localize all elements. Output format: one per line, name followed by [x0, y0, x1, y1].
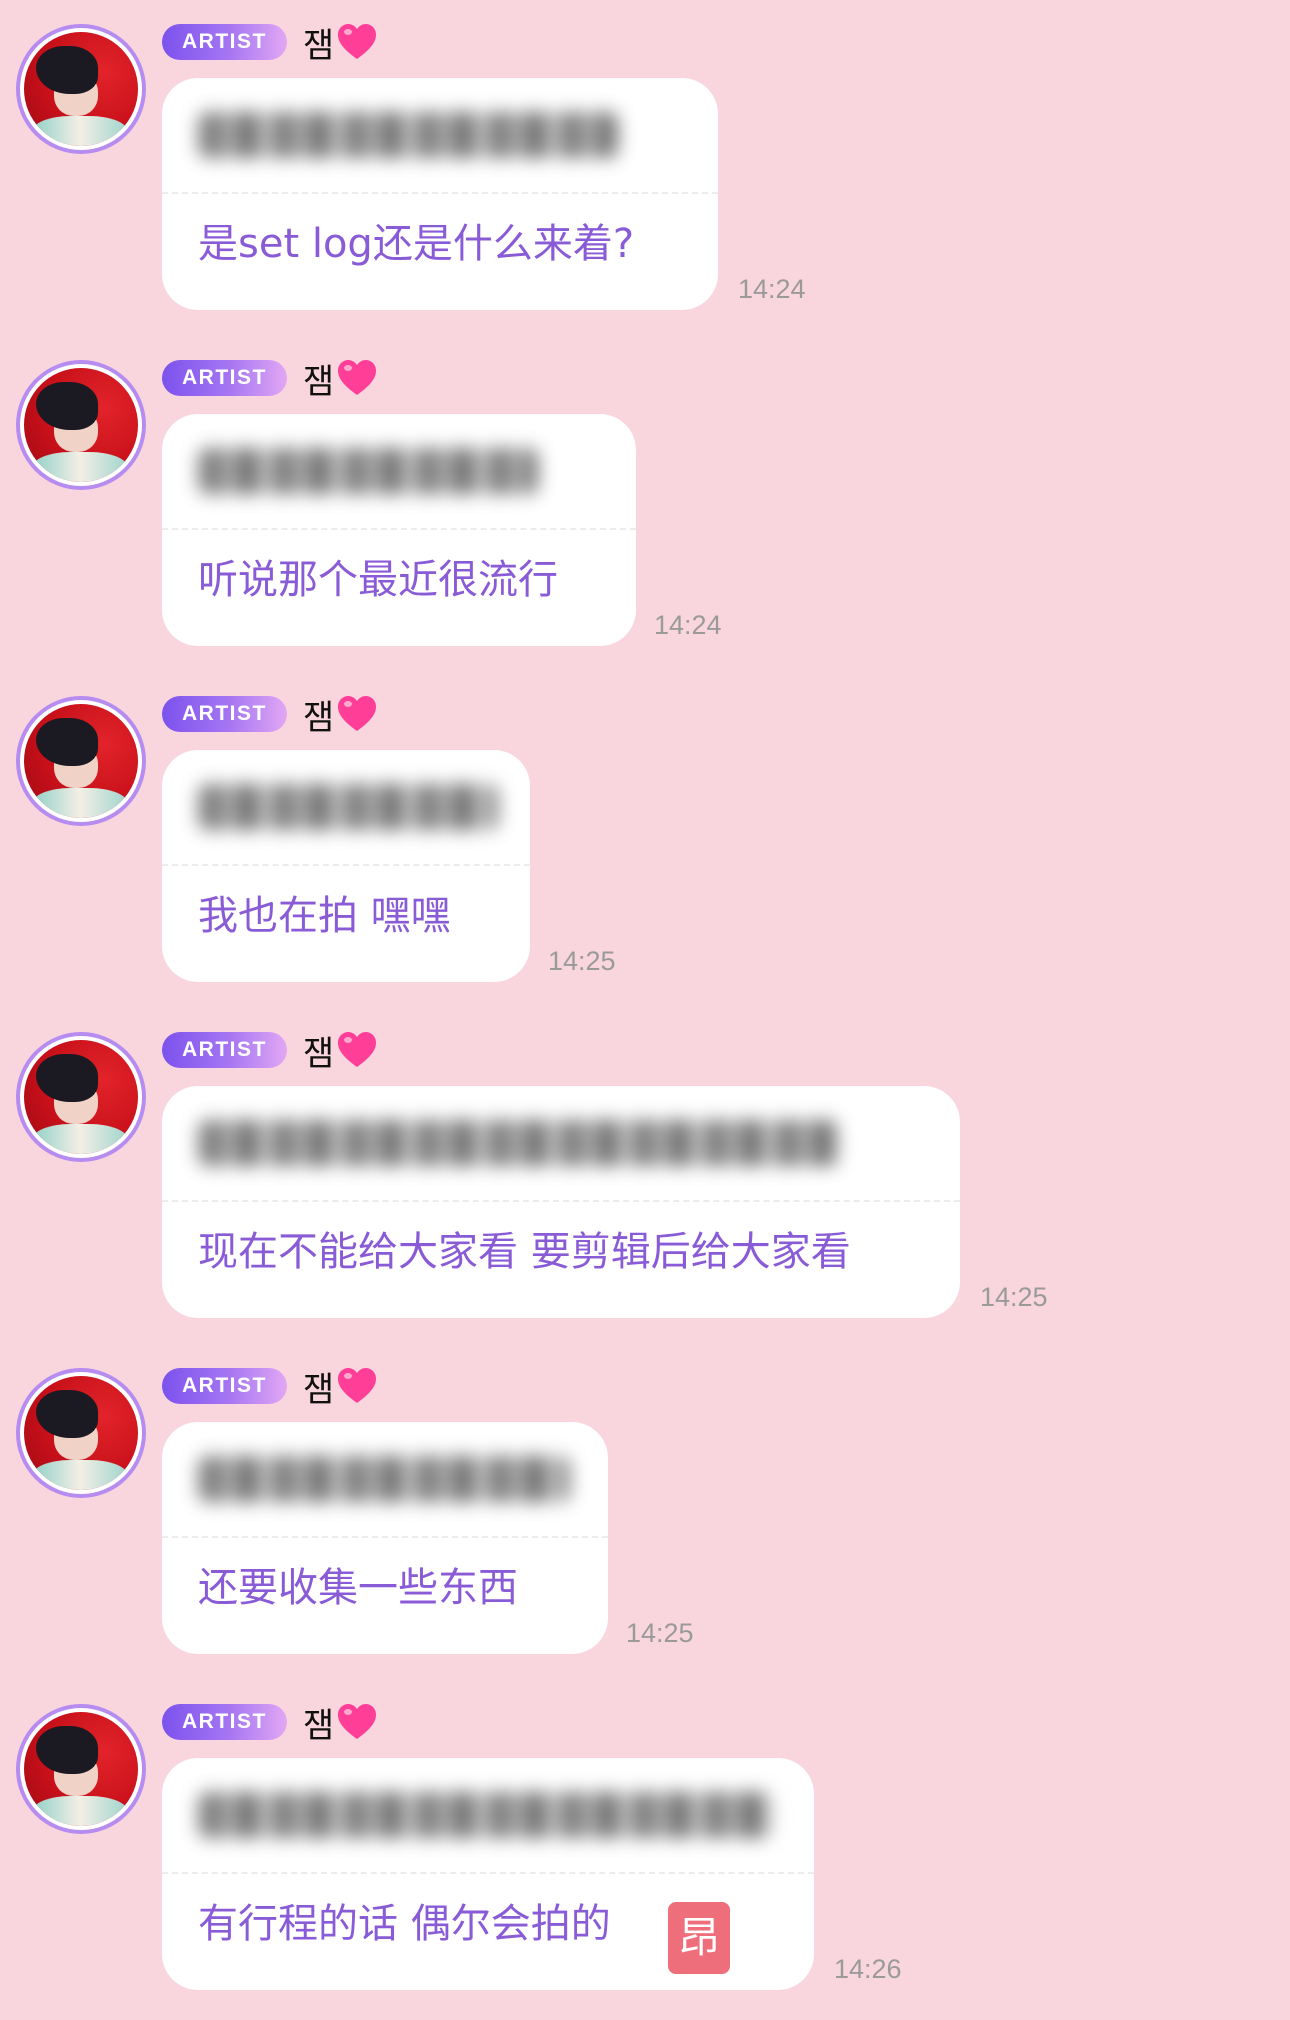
- artist-avatar[interactable]: [16, 696, 146, 826]
- message-item: ARTIST 잼 我也在拍 嘿嘿 14:25: [0, 672, 1290, 992]
- original-text-blurred: [198, 112, 618, 158]
- heart-icon: [338, 1368, 377, 1403]
- artist-avatar[interactable]: [16, 360, 146, 490]
- sender-name[interactable]: 잼: [303, 690, 334, 739]
- message-bubble[interactable]: 是set log还是什么来着?: [162, 78, 718, 310]
- avatar-image: [24, 1712, 138, 1826]
- message-header: ARTIST 잼: [162, 1362, 378, 1411]
- message-item: ARTIST 잼 听说那个最近很流行 14:24: [0, 336, 1290, 656]
- message-item: ARTIST 잼 还要收集一些东西 14:25: [0, 1344, 1290, 1664]
- message-bubble[interactable]: 我也在拍 嘿嘿: [162, 750, 530, 982]
- bubble-divider: [162, 1872, 814, 1874]
- artist-badge: ARTIST: [162, 696, 287, 732]
- message-bubble[interactable]: 听说那个最近很流行: [162, 414, 636, 646]
- heart-icon: [338, 1032, 377, 1067]
- original-text-blurred: [198, 1456, 570, 1502]
- artist-avatar[interactable]: [16, 24, 146, 154]
- translated-text: 有行程的话 偶尔会拍的: [198, 1901, 611, 1947]
- timestamp: 14:24: [738, 274, 806, 304]
- timestamp: 14:25: [626, 1618, 694, 1648]
- heart-icon: [338, 1704, 377, 1739]
- message-bubble[interactable]: 还要收集一些东西: [162, 1422, 608, 1654]
- original-text-blurred: [198, 448, 538, 494]
- sender-name[interactable]: 잼: [303, 1698, 334, 1747]
- avatar-image: [24, 1040, 138, 1154]
- avatar-image: [24, 32, 138, 146]
- message-header: ARTIST 잼: [162, 18, 378, 67]
- avatar-image: [24, 1376, 138, 1490]
- message-item: ARTIST 잼 现在不能给大家看 要剪辑后给大家看 14:25: [0, 1008, 1290, 1328]
- message-header: ARTIST 잼: [162, 354, 378, 403]
- original-text-blurred: [198, 1792, 774, 1838]
- heart-icon: [338, 360, 377, 395]
- artist-avatar[interactable]: [16, 1704, 146, 1834]
- artist-avatar[interactable]: [16, 1368, 146, 1498]
- translated-text: 还要收集一些东西: [198, 1565, 518, 1611]
- translated-text: 是set log还是什么来着?: [198, 221, 635, 267]
- sticker-overlay: 昂: [668, 1902, 730, 1974]
- timestamp: 14:25: [548, 946, 616, 976]
- bubble-divider: [162, 528, 636, 530]
- artist-avatar[interactable]: [16, 1032, 146, 1162]
- artist-badge: ARTIST: [162, 1704, 287, 1740]
- translated-text: 我也在拍 嘿嘿: [198, 893, 451, 939]
- timestamp: 14:26: [834, 1954, 902, 1984]
- avatar-image: [24, 704, 138, 818]
- message-header: ARTIST 잼: [162, 1026, 378, 1075]
- sender-name[interactable]: 잼: [303, 1026, 334, 1075]
- bubble-divider: [162, 192, 718, 194]
- bubble-divider: [162, 1200, 960, 1202]
- bubble-divider: [162, 864, 530, 866]
- original-text-blurred: [198, 1120, 838, 1166]
- artist-badge: ARTIST: [162, 24, 287, 60]
- artist-badge: ARTIST: [162, 360, 287, 396]
- artist-badge: ARTIST: [162, 1032, 287, 1068]
- avatar-image: [24, 368, 138, 482]
- bubble-divider: [162, 1536, 608, 1538]
- sender-name[interactable]: 잼: [303, 18, 334, 67]
- translated-text: 听说那个最近很流行: [198, 557, 558, 603]
- sender-name[interactable]: 잼: [303, 1362, 334, 1411]
- message-header: ARTIST 잼: [162, 1698, 378, 1747]
- translated-text: 现在不能给大家看 要剪辑后给大家看: [198, 1229, 851, 1275]
- message-bubble[interactable]: 有行程的话 偶尔会拍的 昂: [162, 1758, 814, 1990]
- heart-icon: [338, 696, 377, 731]
- heart-icon: [338, 24, 377, 59]
- message-bubble[interactable]: 现在不能给大家看 要剪辑后给大家看: [162, 1086, 960, 1318]
- sender-name[interactable]: 잼: [303, 354, 334, 403]
- chat-feed: ARTIST 잼 是set log还是什么来着? 14:24 ARTIST 잼 …: [0, 0, 1290, 2020]
- artist-badge: ARTIST: [162, 1368, 287, 1404]
- timestamp: 14:24: [654, 610, 722, 640]
- message-item: ARTIST 잼 有行程的话 偶尔会拍的 昂 14:26: [0, 1680, 1290, 2000]
- timestamp: 14:25: [980, 1282, 1048, 1312]
- message-header: ARTIST 잼: [162, 690, 378, 739]
- original-text-blurred: [198, 784, 498, 830]
- message-item: ARTIST 잼 是set log还是什么来着? 14:24: [0, 0, 1290, 320]
